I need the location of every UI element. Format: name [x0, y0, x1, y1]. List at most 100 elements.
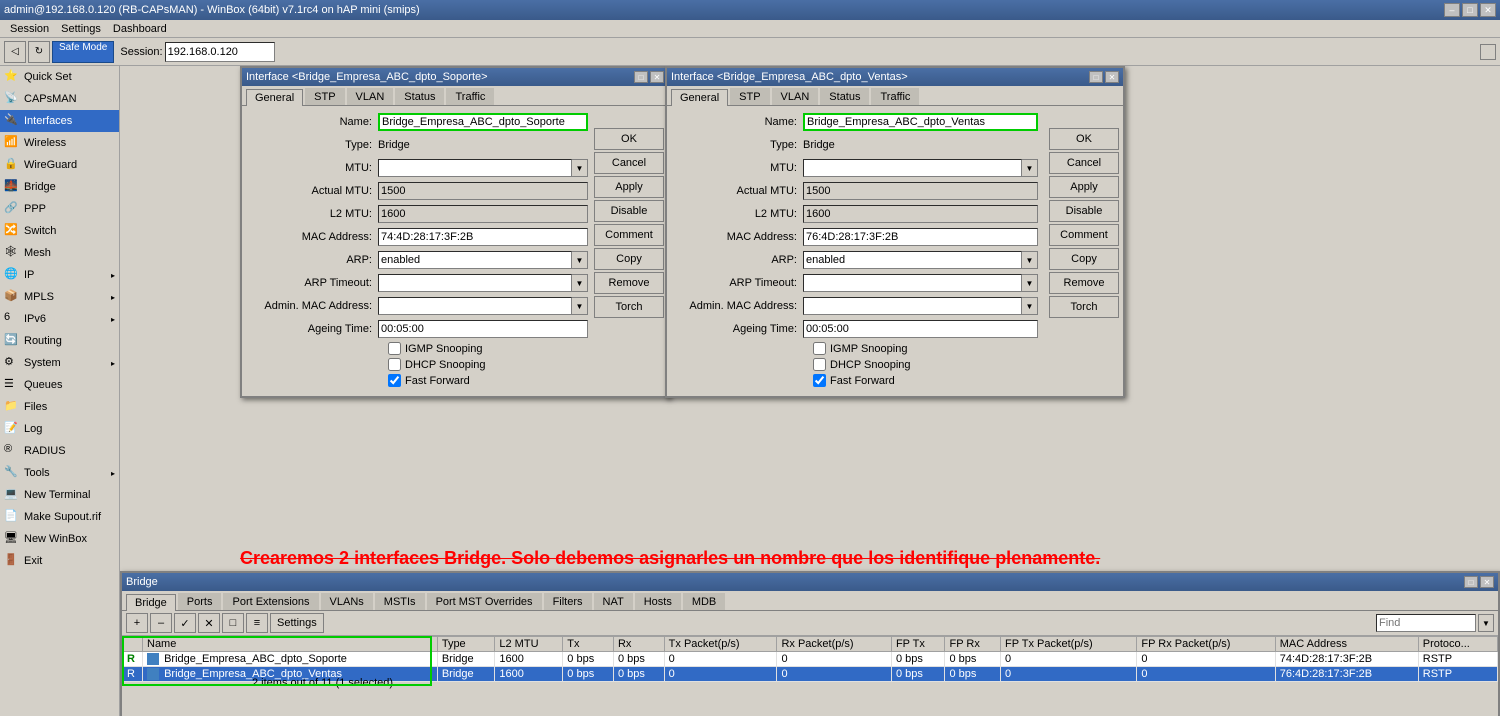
bridge-tab-mdb[interactable]: MDB: [683, 593, 725, 610]
sidebar-item-system[interactable]: ⚙ System ▸: [0, 352, 119, 374]
sidebar-item-bridge[interactable]: 🌉 Bridge: [0, 176, 119, 198]
dialog1-tab-general[interactable]: General: [246, 89, 303, 106]
dialog1-dhcp-checkbox[interactable]: [388, 358, 401, 371]
dialog2-mtu-arrow[interactable]: ▼: [1022, 159, 1038, 177]
bridge-add-btn[interactable]: +: [126, 613, 148, 633]
dialog2-tab-stp[interactable]: STP: [730, 88, 769, 105]
dialog2-dhcp-checkbox[interactable]: [813, 358, 826, 371]
dialog1-mtu-input[interactable]: [378, 159, 572, 177]
dialog2-copy-button[interactable]: Copy: [1049, 248, 1119, 270]
dialog1-arp-arrow[interactable]: ▼: [572, 251, 588, 269]
bridge-tab-filters[interactable]: Filters: [544, 593, 592, 610]
sidebar-item-exit[interactable]: 🚪 Exit: [0, 550, 119, 572]
refresh-button[interactable]: ↻: [28, 41, 50, 63]
table-row[interactable]: R Bridge_Empresa_ABC_dpto_Soporte Bridge…: [123, 652, 1498, 667]
dialog1-ageing-input[interactable]: [378, 320, 588, 338]
bridge-remove-btn[interactable]: –: [150, 613, 172, 633]
dialog2-mac-input[interactable]: [803, 228, 1038, 246]
dialog2-arp-input[interactable]: [803, 251, 1022, 269]
dialog2-cancel-button[interactable]: Cancel: [1049, 152, 1119, 174]
sidebar-item-wireguard[interactable]: 🔒 WireGuard: [0, 154, 119, 176]
dialog2-tab-status[interactable]: Status: [820, 88, 869, 105]
dialog1-mac-input[interactable]: [378, 228, 588, 246]
bridge-restore-btn[interactable]: □: [1464, 576, 1478, 588]
sidebar-item-quick-set[interactable]: ⭐ Quick Set: [0, 66, 119, 88]
dialog2-disable-button[interactable]: Disable: [1049, 200, 1119, 222]
sidebar-item-ppp[interactable]: 🔗 PPP: [0, 198, 119, 220]
menu-dashboard[interactable]: Dashboard: [107, 23, 173, 35]
dialog1-admin-mac-arrow[interactable]: ▼: [572, 297, 588, 315]
close-button[interactable]: ✕: [1480, 3, 1496, 17]
dialog1-fast-forward-checkbox[interactable]: [388, 374, 401, 387]
dialog1-arp-timeout-arrow[interactable]: ▼: [572, 274, 588, 292]
dialog2-l2mtu-input[interactable]: [803, 205, 1038, 223]
dialog2-tab-vlan[interactable]: VLAN: [772, 88, 819, 105]
dialog2-arp-timeout-arrow[interactable]: ▼: [1022, 274, 1038, 292]
sidebar-item-queues[interactable]: ☰ Queues: [0, 374, 119, 396]
dialog2-remove-button[interactable]: Remove: [1049, 272, 1119, 294]
sidebar-item-wireless[interactable]: 📶 Wireless: [0, 132, 119, 154]
maximize-button[interactable]: □: [1462, 3, 1478, 17]
bridge-tab-bridge[interactable]: Bridge: [126, 594, 176, 611]
dialog2-admin-mac-input[interactable]: [803, 297, 1022, 315]
dialog1-ok-button[interactable]: OK: [594, 128, 664, 150]
dialog1-actual-mtu-input[interactable]: [378, 182, 588, 200]
sidebar-item-routing[interactable]: 🔄 Routing: [0, 330, 119, 352]
dialog1-l2mtu-input[interactable]: [378, 205, 588, 223]
dialog1-torch-button[interactable]: Torch: [594, 296, 664, 318]
bridge-settings-btn[interactable]: Settings: [270, 613, 324, 633]
sidebar-item-make-supout[interactable]: 📄 Make Supout.rif: [0, 506, 119, 528]
minimize-button[interactable]: –: [1444, 3, 1460, 17]
bridge-tab-vlans[interactable]: VLANs: [321, 593, 373, 610]
dialog1-admin-mac-input[interactable]: [378, 297, 572, 315]
sidebar-item-log[interactable]: 📝 Log: [0, 418, 119, 440]
sidebar-item-interfaces[interactable]: 🔌 Interfaces: [0, 110, 119, 132]
dialog1-mtu-arrow[interactable]: ▼: [572, 159, 588, 177]
dialog2-ageing-input[interactable]: [803, 320, 1038, 338]
sidebar-item-mesh[interactable]: 🕸 Mesh: [0, 242, 119, 264]
sidebar-item-switch[interactable]: 🔀 Switch: [0, 220, 119, 242]
back-button[interactable]: ◁: [4, 41, 26, 63]
dialog2-fast-forward-checkbox[interactable]: [813, 374, 826, 387]
dialog2-restore-btn[interactable]: □: [1089, 71, 1103, 83]
dialog2-close-btn[interactable]: ✕: [1105, 71, 1119, 83]
bridge-tab-port-mst-overrides[interactable]: Port MST Overrides: [427, 593, 542, 610]
dialog1-tab-traffic[interactable]: Traffic: [446, 88, 494, 105]
sidebar-item-mpls[interactable]: 📦 MPLS ▸: [0, 286, 119, 308]
dialog1-tab-stp[interactable]: STP: [305, 88, 344, 105]
bridge-find-arrow[interactable]: ▼: [1478, 614, 1494, 632]
dialog1-tab-vlan[interactable]: VLAN: [347, 88, 394, 105]
sidebar-item-new-winbox[interactable]: 🖥 New WinBox: [0, 528, 119, 550]
bridge-tab-nat[interactable]: NAT: [594, 593, 633, 610]
dialog1-apply-button[interactable]: Apply: [594, 176, 664, 198]
dialog2-tab-traffic[interactable]: Traffic: [871, 88, 919, 105]
sidebar-item-capsman[interactable]: 📡 CAPsMAN: [0, 88, 119, 110]
bridge-filter-btn[interactable]: ≡: [246, 613, 268, 633]
dialog1-arp-timeout-input[interactable]: [378, 274, 572, 292]
dialog2-name-input[interactable]: [803, 113, 1038, 131]
dialog1-copy-button[interactable]: Copy: [594, 248, 664, 270]
bridge-tab-ports[interactable]: Ports: [178, 593, 222, 610]
bridge-enable-btn[interactable]: ✓: [174, 613, 196, 633]
sidebar-item-tools[interactable]: 🔧 Tools ▸: [0, 462, 119, 484]
sidebar-item-files[interactable]: 📁 Files: [0, 396, 119, 418]
dialog1-restore-btn[interactable]: □: [634, 71, 648, 83]
menu-session[interactable]: Session: [4, 23, 55, 35]
bridge-find-input[interactable]: [1376, 614, 1476, 632]
bridge-titlebar[interactable]: Bridge □ ✕: [122, 573, 1498, 591]
sidebar-item-radius[interactable]: ® RADIUS: [0, 440, 119, 462]
dialog1-arp-input[interactable]: [378, 251, 572, 269]
dialog1-name-input[interactable]: [378, 113, 588, 131]
dialog1-titlebar[interactable]: Interface <Bridge_Empresa_ABC_dpto_Sopor…: [242, 68, 668, 86]
dialog1-remove-button[interactable]: Remove: [594, 272, 664, 294]
dialog2-titlebar[interactable]: Interface <Bridge_Empresa_ABC_dpto_Venta…: [667, 68, 1123, 86]
bridge-copy-btn[interactable]: □: [222, 613, 244, 633]
session-input[interactable]: [165, 42, 275, 62]
dialog1-close-btn[interactable]: ✕: [650, 71, 664, 83]
dialog2-arp-timeout-input[interactable]: [803, 274, 1022, 292]
sidebar-item-ip[interactable]: 🌐 IP ▸: [0, 264, 119, 286]
dialog2-admin-mac-arrow[interactable]: ▼: [1022, 297, 1038, 315]
dialog2-apply-button[interactable]: Apply: [1049, 176, 1119, 198]
dialog2-comment-button[interactable]: Comment: [1049, 224, 1119, 246]
dialog1-igmp-checkbox[interactable]: [388, 342, 401, 355]
